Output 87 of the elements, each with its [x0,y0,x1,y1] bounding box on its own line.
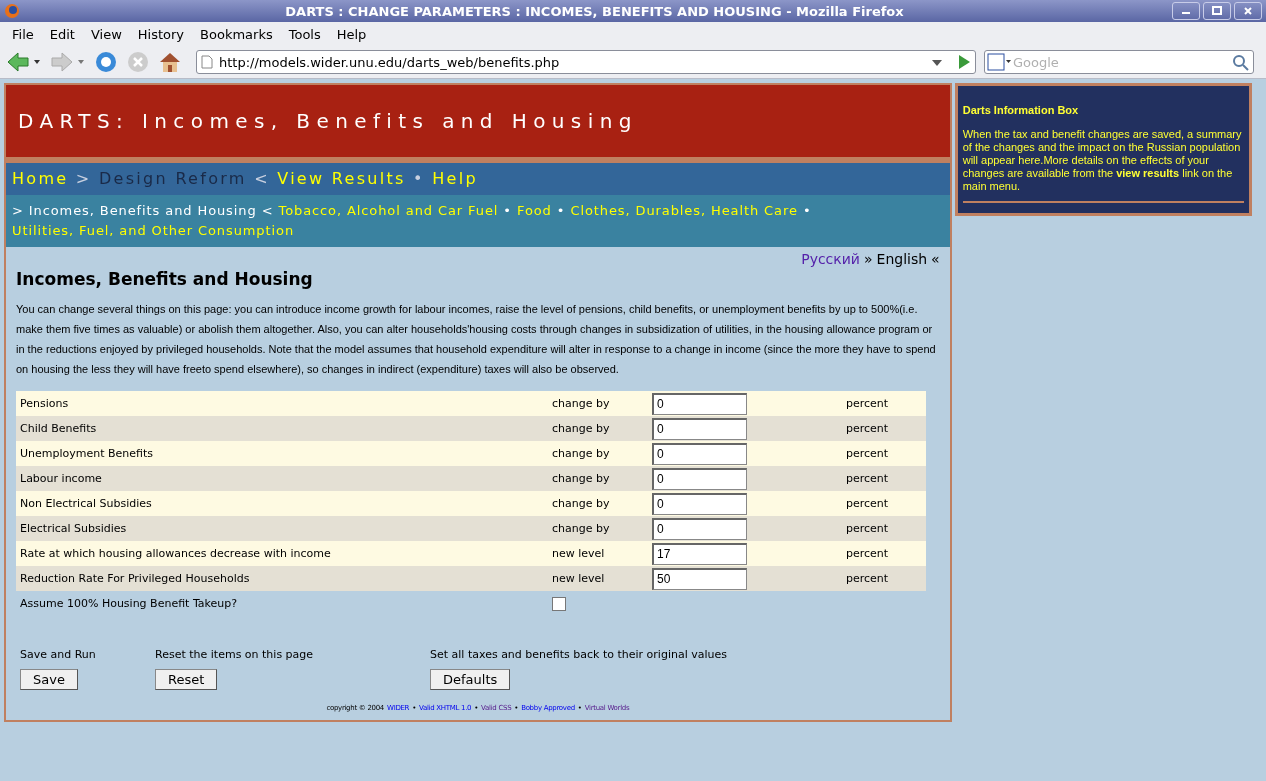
language-separator: « [931,251,940,267]
value-input[interactable]: 0 [652,442,747,465]
language-link[interactable]: Русский [801,251,860,267]
menu-item[interactable]: File [4,26,42,42]
nav-link[interactable]: Utilities, Fuel, and [12,223,147,238]
section-heading: Incomes, Benefits and Housing [16,269,314,289]
close-icon [1243,6,1253,16]
firefox-icon [4,3,20,19]
parameter-label: Rate at which housing allowances decrease with income [19,547,332,560]
parameter-action: change by [551,497,611,510]
parameter-label: Child Benefits [19,422,98,435]
info-box-text: When the tax and benefit changes are saved, a summary of the changes and the impact on the Russian population will appear here.More details on the effects of your changes are available from the view results link on the main menu. [962,128,1244,203]
search-engine-icon[interactable] [985,52,1013,72]
unit-label: percent [845,497,890,510]
parameter-action: change by [551,472,611,485]
page-icon [201,55,213,69]
menu-item[interactable]: Help [328,26,375,42]
back-icon[interactable] [6,50,42,74]
current-language: English [876,251,928,267]
nav-link[interactable]: Tobacco, Alcohol and Car Fuel [278,203,499,218]
takeup-checkbox[interactable] [552,596,566,611]
parameter-action: change by [551,522,611,535]
reload-icon[interactable] [94,50,118,74]
action-caption: Reset the items on this page [155,648,314,661]
nav-separator: • [802,203,812,218]
unit-label: percent [845,397,890,410]
close-button[interactable] [1234,2,1262,20]
unit-label: percent [845,572,890,585]
value-input[interactable]: 0 [652,417,747,440]
menu-item[interactable]: Tools [280,26,329,42]
parameter-label: Pensions [19,397,70,410]
nav-separator: • [413,169,425,188]
window-title: DARTS : CHANGE PARAMETERS : INCOMES, BENEFITS AND HOUSING - Mozilla Firefox [284,3,905,19]
nav-separator: > [12,203,24,218]
info-box-title: Darts Information Box [962,104,1080,116]
nav-link[interactable]: Help [432,169,478,188]
nav-current: Design Reform [98,169,247,188]
parameter-action: new level [551,572,606,585]
home-icon[interactable] [158,50,182,74]
nav-link[interactable]: View Results [277,169,406,188]
unit-label: percent [845,447,890,460]
nav-link[interactable]: Clothes, Durables, Health Care [570,203,798,218]
value-input[interactable]: 50 [652,567,747,590]
value-input[interactable]: 17 [652,542,747,565]
parameter-label: Electrical Subsidies [19,522,128,535]
maximize-button[interactable] [1203,2,1231,20]
menu-item[interactable]: Edit [41,26,83,42]
value-input[interactable]: 0 [652,492,747,515]
unit-label: percent [845,522,890,535]
page-title: DARTS: Incomes, Benefits and Housing [18,109,638,133]
language-separator: » [863,251,873,267]
value-input[interactable]: 0 [652,467,747,490]
unit-label: percent [845,472,890,485]
action-button[interactable]: Save [20,669,78,690]
nav-separator: < [261,203,274,218]
maximize-icon [1212,6,1222,16]
action-button[interactable]: Defaults [430,669,511,690]
parameter-label: Reduction Rate For Privileged Households [19,572,251,585]
action-caption: Set all taxes and benefits back to their original values [430,648,727,661]
value-input[interactable]: 0 [652,392,747,415]
nav-separator: • [556,203,566,218]
action-button[interactable]: Reset [155,669,218,690]
value-input[interactable]: 0 [652,517,747,540]
intro-text: You can change several things on this page: you can introduce income growth for labour incomes, raise the level of pensions, child benefits, or unemployment benefits by up to 500%(i.e. make them five times as valuable) or abolish them altogether. Also, you can alter households'housing costs through changes in subsidization of utilities, in the housing allowance program or in the reductions enjoyed by privileged households. Note that the model assumes that household expenditure will alter in response to a change in income (since the more they have to spend on housing the less they will have freeto spend elsewhere), so changes in indirect (expenditure) taxes will also be observed. [16,302,937,377]
nav-link[interactable]: Food [516,203,552,218]
nav-current: Incomes, Benefits and Housing [28,203,257,218]
parameter-action: change by [551,447,611,460]
menu-item[interactable]: History [129,26,193,42]
unit-label: percent [845,422,890,435]
parameter-label: Unemployment Benefits [19,447,155,460]
address-field[interactable]: http://models.wider.unu.edu/darts_web/benefits.php [196,50,976,74]
parameter-action: change by [551,422,611,435]
menu-item[interactable]: Bookmarks [192,26,281,42]
parameter-action: change by [551,397,611,410]
parameter-label: Labour income [19,472,103,485]
checkbox-label: Assume 100% Housing Benefit Takeup? [19,597,239,610]
parameter-action: new level [551,547,606,560]
nav-link[interactable]: Other Consumption [151,223,295,238]
minimize-button[interactable] [1172,2,1200,20]
menu-item[interactable]: View [82,26,130,42]
nav-separator: > [75,169,92,188]
nav-link[interactable]: Home [12,169,69,188]
nav-separator: < [254,169,270,188]
unit-label: percent [845,547,890,560]
nav-separator: • [503,203,512,218]
action-caption: Save and Run [20,648,96,661]
parameter-label: Non Electrical Subsidies [19,497,153,510]
